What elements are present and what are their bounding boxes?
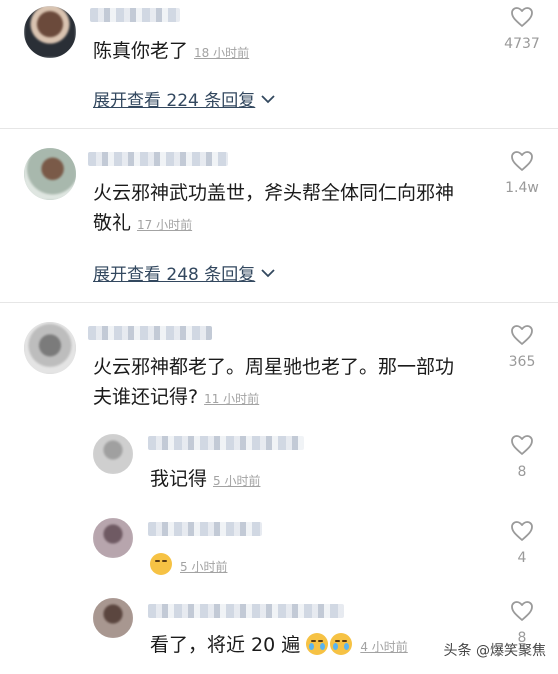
like-count: 4737 — [504, 36, 540, 52]
username-blurred[interactable] — [148, 522, 262, 536]
comment-text-line: 敬礼 — [93, 212, 132, 234]
heart-icon — [511, 7, 533, 27]
reply-text-line: 看了，将近 20 遍 — [150, 634, 301, 656]
username-blurred[interactable] — [148, 436, 304, 450]
reply-time: 4 小时前 — [360, 640, 408, 654]
comment-2: 火云邪神武功盖世，斧头帮全体同仁向邪神 敬礼 17 小时前 1.4w 展开查看 2… — [0, 140, 558, 310]
avatar[interactable] — [93, 598, 133, 638]
avatar[interactable] — [24, 148, 76, 200]
expand-replies-label: 展开查看 224 条回复 — [93, 91, 256, 111]
comment-time: 11 小时前 — [204, 392, 260, 406]
watermark: 头条 @爆笑聚焦 — [443, 643, 546, 659]
crying-face-emoji — [306, 633, 329, 655]
reply-text-line: 我记得 — [150, 468, 208, 490]
expand-replies-label: 展开查看 248 条回复 — [93, 265, 256, 285]
reply-2: 5 小时前 4 — [0, 512, 558, 592]
avatar[interactable] — [24, 6, 76, 58]
reply-text: 看了，将近 20 遍 4 小时前 — [150, 630, 408, 662]
like-button[interactable]: 8 — [502, 434, 542, 480]
chevron-down-icon — [261, 263, 275, 283]
comment-text-line: 火云邪神武功盖世，斧头帮全体同仁向邪神 — [93, 182, 455, 204]
reply-1: 我记得 5 小时前 8 — [0, 426, 558, 506]
like-count: 1.4w — [505, 180, 539, 196]
comment-text-line: 火云邪神都老了。周星驰也老了。那一部功 — [93, 356, 455, 378]
like-button[interactable]: 1.4w — [502, 150, 542, 196]
reply-text: 我记得 5 小时前 — [150, 464, 260, 496]
heart-icon — [511, 325, 533, 345]
comment-time: 17 小时前 — [137, 218, 193, 232]
comment-text: 陈真你老了 18 小时前 — [93, 36, 249, 68]
comment-text: 火云邪神武功盖世，斧头帮全体同仁向邪神 敬礼 17 小时前 — [93, 178, 493, 240]
heart-icon — [511, 435, 533, 455]
comment-3: 火云邪神都老了。周星驰也老了。那一部功 夫谁还记得? 11 小时前 365 — [0, 310, 558, 430]
like-count: 4 — [517, 550, 527, 566]
username-blurred[interactable] — [90, 8, 180, 22]
like-count: 8 — [517, 464, 527, 480]
reply-time: 5 小时前 — [180, 560, 228, 574]
like-button[interactable]: 4 — [502, 520, 542, 566]
avatar[interactable] — [93, 518, 133, 558]
reply-time: 5 小时前 — [213, 474, 261, 488]
like-button[interactable]: 4737 — [502, 6, 542, 52]
username-blurred[interactable] — [88, 152, 228, 166]
heart-icon — [511, 151, 533, 171]
heart-icon — [511, 601, 533, 621]
divider — [0, 128, 558, 129]
chevron-down-icon — [261, 89, 275, 109]
comment-1: 陈真你老了 18 小时前 4737 展开查看 224 条回复 — [0, 0, 558, 140]
divider — [0, 302, 558, 303]
avatar[interactable] — [24, 322, 76, 374]
comment-text-line: 夫谁还记得? — [93, 386, 199, 408]
like-count: 365 — [508, 354, 536, 370]
expand-replies-link[interactable]: 展开查看 224 条回复 — [93, 86, 275, 111]
avatar[interactable] — [93, 434, 133, 474]
like-button[interactable]: 365 — [502, 324, 542, 370]
crying-face-emoji — [330, 633, 353, 655]
username-blurred[interactable] — [88, 326, 212, 340]
comment-text: 火云邪神都老了。周星驰也老了。那一部功 夫谁还记得? 11 小时前 — [93, 352, 493, 414]
comment-text-line: 陈真你老了 — [93, 40, 189, 62]
expand-replies-link[interactable]: 展开查看 248 条回复 — [93, 260, 275, 285]
reply-text: 5 小时前 — [150, 550, 227, 582]
comment-time: 18 小时前 — [194, 46, 250, 60]
username-blurred[interactable] — [148, 604, 344, 618]
heart-icon — [511, 521, 533, 541]
reply-3: 看了，将近 20 遍 4 小时前 8 — [0, 594, 558, 674]
weary-face-emoji — [150, 553, 172, 575]
